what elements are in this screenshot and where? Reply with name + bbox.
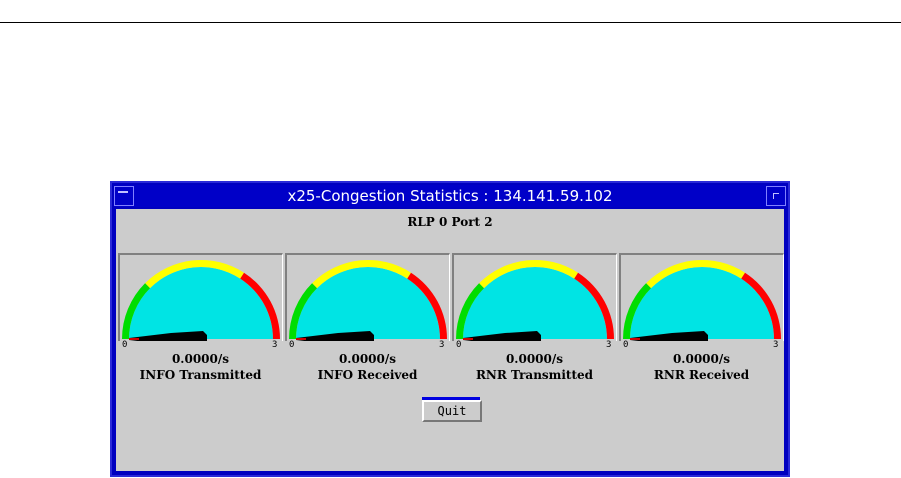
port-label: RLP 0 Port 2	[407, 215, 493, 229]
gauge-2: 0 3 0.0000/s RNR Transmitted	[452, 253, 617, 383]
gauge-value: 0.0000/s	[672, 352, 731, 366]
gauge-min-tick: 0	[122, 340, 128, 350]
gauge-min-tick: 0	[289, 340, 295, 350]
quit-default-indicator: Quit	[422, 397, 482, 424]
window-menu-button[interactable]	[114, 186, 134, 206]
gauge-face	[463, 267, 607, 339]
gauge-label: INFO Transmitted	[139, 368, 262, 382]
gauge-max-tick: 3	[773, 340, 779, 350]
gauge-face	[296, 267, 440, 339]
gauge-max-tick: 3	[439, 340, 445, 350]
gauge-max-tick: 3	[272, 340, 278, 350]
top-rule	[0, 22, 901, 23]
quit-button[interactable]: Quit	[422, 400, 482, 422]
client-area: RLP 0 Port 2 0 3 0.0000/s INFO Transmitte…	[116, 209, 784, 471]
title-bar[interactable]: x25-Congestion Statistics : 134.141.59.1…	[114, 185, 786, 207]
congestion-window: x25-Congestion Statistics : 134.141.59.1…	[110, 181, 790, 477]
gauge-max-tick: 3	[606, 340, 612, 350]
gauge-min-tick: 0	[456, 340, 462, 350]
gauge-label: RNR Received	[653, 368, 750, 382]
gauge-label: RNR Transmitted	[475, 368, 594, 382]
gauge-face	[129, 267, 273, 339]
gauge-min-tick: 0	[623, 340, 629, 350]
gauge-label: INFO Received	[317, 368, 418, 382]
window-title: x25-Congestion Statistics : 134.141.59.1…	[287, 187, 613, 205]
gauge-row: 0 3 0.0000/s INFO Transmitted 0 3 0.0000/s…	[118, 253, 784, 383]
maximize-button[interactable]	[766, 186, 786, 206]
gauge-value: 0.0000/s	[171, 352, 230, 366]
gauge-dial	[118, 253, 283, 341]
gauge-dial	[452, 253, 617, 341]
gauge-value: 0.0000/s	[338, 352, 397, 366]
gauge-dial	[285, 253, 450, 341]
gauge-0: 0 3 0.0000/s INFO Transmitted	[118, 253, 283, 383]
gauge-dial	[619, 253, 784, 341]
gauge-3: 0 3 0.0000/s RNR Received	[619, 253, 784, 383]
gauge-face	[630, 267, 774, 339]
gauge-1: 0 3 0.0000/s INFO Received	[285, 253, 450, 383]
gauge-value: 0.0000/s	[505, 352, 564, 366]
